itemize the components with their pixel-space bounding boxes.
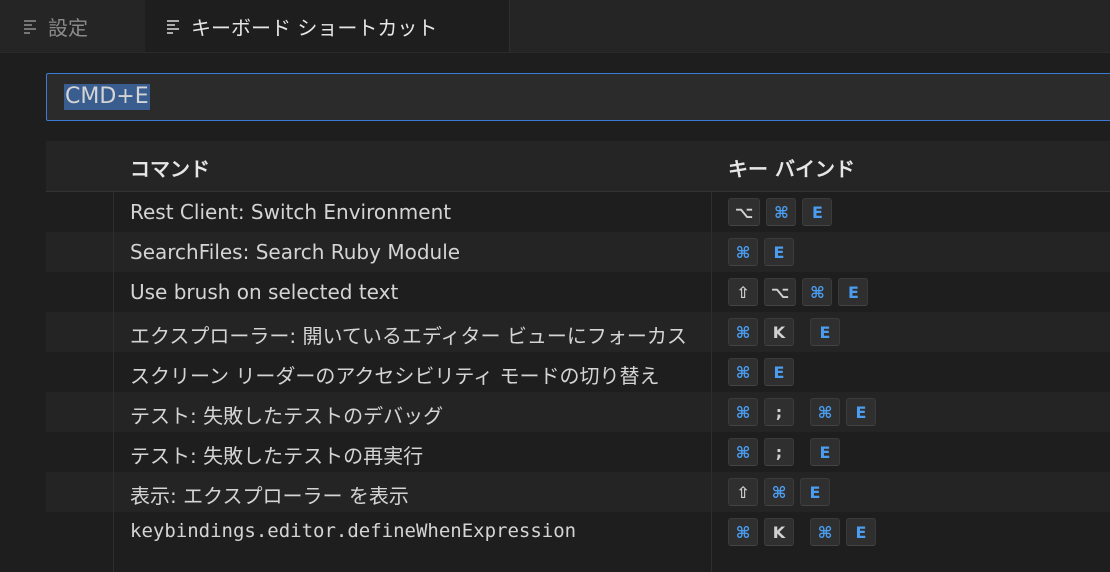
key-cap: E <box>800 478 830 506</box>
key-cap: ; <box>764 438 794 466</box>
key-cap: ⌘ <box>810 518 840 546</box>
key-cap: E <box>810 438 840 466</box>
key-cap: E <box>764 358 794 386</box>
key-cap: ⌘ <box>802 278 833 306</box>
key-cap: ⌘ <box>728 398 758 426</box>
keybinding-keys: ⌘; ⌘ E <box>728 398 882 426</box>
keybinding-search-input[interactable]: CMD+E <box>46 73 1110 121</box>
table-body: Rest Client: Switch Environment ⌥ ⌘ E Search… <box>46 192 1110 552</box>
table-row[interactable]: 表示: エクスプローラー を表示 ⇧ ⌘ E <box>46 472 1110 512</box>
table-row[interactable]: エクスプローラー: 開いているエディター ビューにフォーカス ⌘ K E <box>46 312 1110 352</box>
keybinding-keys: ⌘ E <box>728 358 800 386</box>
table-row[interactable]: テスト: 失敗したテストのデバッグ ⌘; ⌘ E <box>46 392 1110 432</box>
command-label: Use brush on selected text <box>130 280 399 304</box>
key-cap: E <box>810 318 840 346</box>
document-lines-icon <box>165 18 181 34</box>
keybinding-keys: ⌘; E <box>728 438 846 466</box>
table-row[interactable]: Use brush on selected text ⇧ ⌥ ⌘ E <box>46 272 1110 312</box>
table-row[interactable]: SearchFiles: Search Ruby Module ⌘ E <box>46 232 1110 272</box>
key-cap: ; <box>764 398 794 426</box>
key-cap: ⌘ <box>728 518 758 546</box>
table-header: コマンド キー バインド <box>46 141 1110 192</box>
tab-keyboard-shortcuts[interactable]: キーボード ショートカット <box>145 0 510 52</box>
command-label: Rest Client: Switch Environment <box>130 200 452 224</box>
table-row[interactable]: Rest Client: Switch Environment ⌥ ⌘ E <box>46 192 1110 232</box>
keybinding-keys: ⌥ ⌘ E <box>728 198 838 226</box>
key-cap: ⌥ <box>728 198 761 226</box>
column-divider <box>711 192 712 572</box>
keybinding-keys: ⌘ E <box>728 238 800 266</box>
table-row[interactable]: keybindings.editor.defineWhenExpression ⌘… <box>46 512 1110 552</box>
key-cap: K <box>764 518 794 546</box>
document-lines-icon <box>22 18 38 34</box>
key-cap: ⇧ <box>728 478 758 506</box>
key-cap: ⌥ <box>764 278 797 306</box>
key-cap: K <box>764 318 794 346</box>
keybinding-keys: ⇧ ⌥ ⌘ E <box>728 278 874 306</box>
key-cap: ⇧ <box>728 278 758 306</box>
column-header-command[interactable]: コマンド <box>130 153 210 182</box>
keybinding-keys: ⇧ ⌘ E <box>728 478 836 506</box>
tab-label: 設定 <box>48 15 88 40</box>
key-cap: ⌘ <box>728 358 758 386</box>
table-row[interactable]: テスト: 失敗したテストの再実行 ⌘; E <box>46 432 1110 472</box>
key-cap: ⌘ <box>766 198 797 226</box>
tab-label: キーボード ショートカット <box>191 15 438 40</box>
key-cap: E <box>846 398 876 426</box>
column-divider <box>113 192 114 572</box>
key-cap: ⌘ <box>728 238 758 266</box>
key-cap: ⌘ <box>810 398 840 426</box>
command-label: テスト: 失敗したテストのデバッグ <box>130 404 444 428</box>
tab-settings[interactable]: 設定 <box>0 0 145 52</box>
command-label: keybindings.editor.defineWhenExpression <box>130 520 577 542</box>
keybinding-keys: ⌘ K E <box>728 318 846 346</box>
key-cap: E <box>846 518 876 546</box>
key-cap: E <box>838 278 869 306</box>
key-cap: E <box>802 198 833 226</box>
key-cap: ⌘ <box>764 478 794 506</box>
search-value[interactable]: CMD+E <box>64 84 150 110</box>
key-cap: ⌘ <box>728 318 758 346</box>
table-row[interactable]: スクリーン リーダーのアクセシビリティ モードの切り替え ⌘ E <box>46 352 1110 392</box>
command-label: 表示: エクスプローラー を表示 <box>130 484 409 508</box>
command-label: スクリーン リーダーのアクセシビリティ モードの切り替え <box>130 364 660 388</box>
key-cap: E <box>764 238 794 266</box>
column-header-keybinding[interactable]: キー バインド <box>728 153 855 182</box>
command-label: エクスプローラー: 開いているエディター ビューにフォーカス <box>130 324 687 348</box>
command-label: テスト: 失敗したテストの再実行 <box>130 444 424 468</box>
tab-bar: 設定 キーボード ショートカット <box>0 0 1110 53</box>
keybindings-table: コマンド キー バインド Rest Client: Switch Environ… <box>46 141 1110 552</box>
key-cap: ⌘ <box>728 438 758 466</box>
command-label: SearchFiles: Search Ruby Module <box>130 240 461 264</box>
keybinding-keys: ⌘ K ⌘ E <box>728 518 882 546</box>
